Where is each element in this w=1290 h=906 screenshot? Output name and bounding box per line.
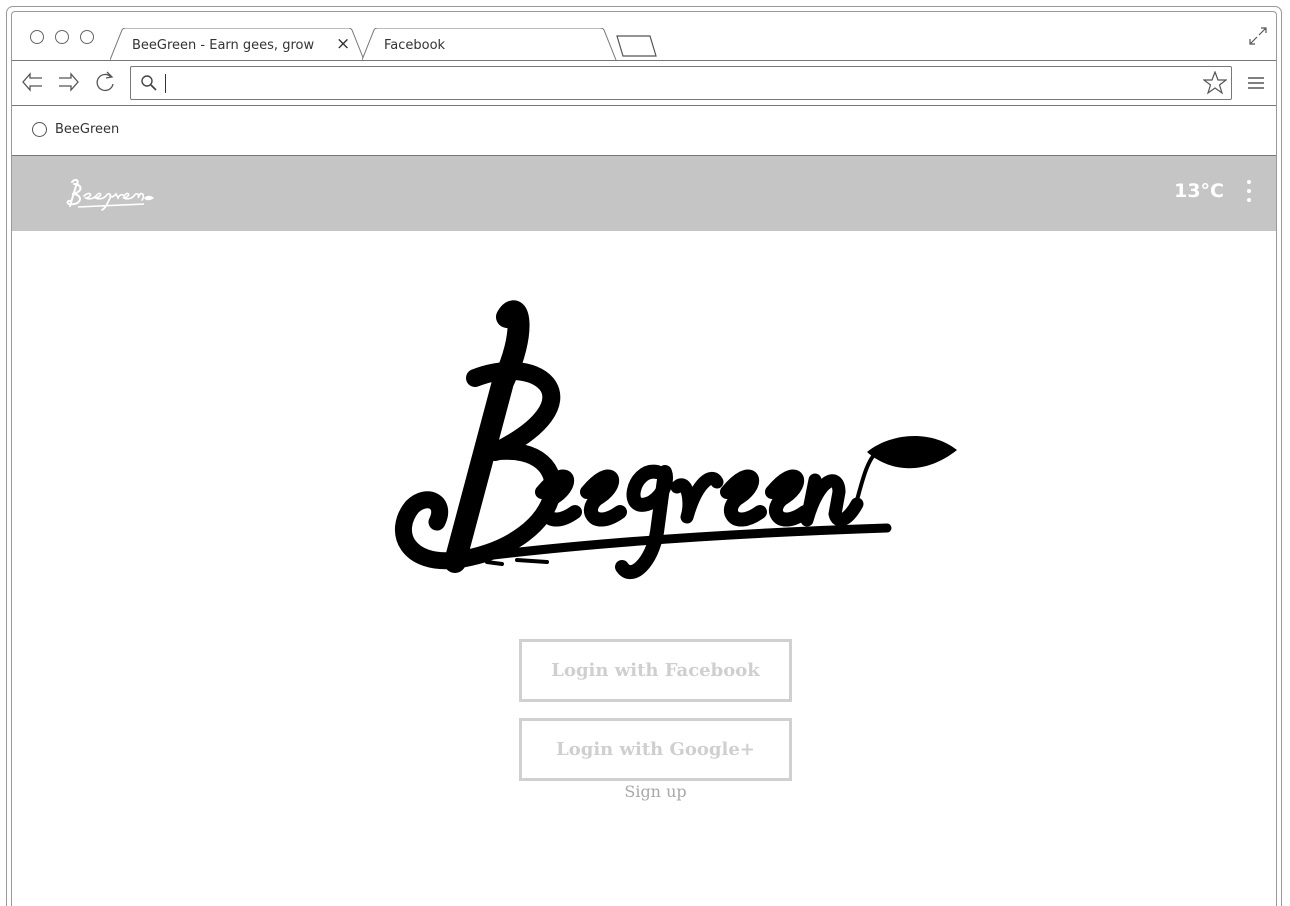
signup-link[interactable]: Sign up xyxy=(519,782,792,801)
search-icon xyxy=(141,75,157,91)
login-facebook-button[interactable]: Login with Facebook xyxy=(519,639,792,702)
browser-menu-icon[interactable] xyxy=(1246,73,1266,97)
tab-facebook[interactable]: Facebook xyxy=(362,28,620,60)
browser-window: BeeGreen - Earn gees, grow × Facebook Be… xyxy=(6,6,1282,906)
window-close-control[interactable] xyxy=(30,30,44,44)
bookmark-beegreen[interactable]: BeeGreen xyxy=(32,122,119,137)
app-header: 13°C xyxy=(12,156,1276,231)
window-minimize-control[interactable] xyxy=(55,30,69,44)
login-google-button[interactable]: Login with Google+ xyxy=(519,718,792,781)
beegreen-logo-small xyxy=(66,178,154,211)
back-arrow-icon[interactable] xyxy=(20,69,46,95)
bookmarks-bar: BeeGreen xyxy=(12,106,1276,156)
tab-beegreen[interactable]: BeeGreen - Earn gees, grow × xyxy=(110,28,368,60)
temperature-display: 13°C xyxy=(1174,180,1224,202)
close-icon[interactable]: × xyxy=(336,34,350,54)
reload-icon[interactable] xyxy=(92,69,118,95)
browser-viewport: BeeGreen - Earn gees, grow × Facebook Be… xyxy=(11,11,1277,906)
window-zoom-control[interactable] xyxy=(80,30,94,44)
address-input[interactable] xyxy=(165,71,1049,97)
toolbar xyxy=(12,60,1276,106)
bookmark-favicon-icon xyxy=(32,122,47,137)
new-tab-button[interactable] xyxy=(616,34,658,62)
tab-title: Facebook xyxy=(384,38,446,53)
address-bar[interactable] xyxy=(130,66,1232,100)
beegreen-hero-logo xyxy=(367,292,967,586)
bookmark-label: BeeGreen xyxy=(55,122,120,137)
forward-arrow-icon[interactable] xyxy=(55,69,81,95)
expand-icon[interactable] xyxy=(1248,26,1268,50)
tab-bar: BeeGreen - Earn gees, grow × Facebook xyxy=(12,12,1276,60)
new-tab-icon xyxy=(616,35,657,57)
beegreen-logo-large xyxy=(394,300,957,579)
header-logo[interactable] xyxy=(64,174,154,218)
bookmark-star-icon[interactable] xyxy=(1203,71,1227,95)
kebab-menu-icon[interactable] xyxy=(1246,180,1252,206)
tab-title: BeeGreen - Earn gees, grow xyxy=(132,38,315,53)
